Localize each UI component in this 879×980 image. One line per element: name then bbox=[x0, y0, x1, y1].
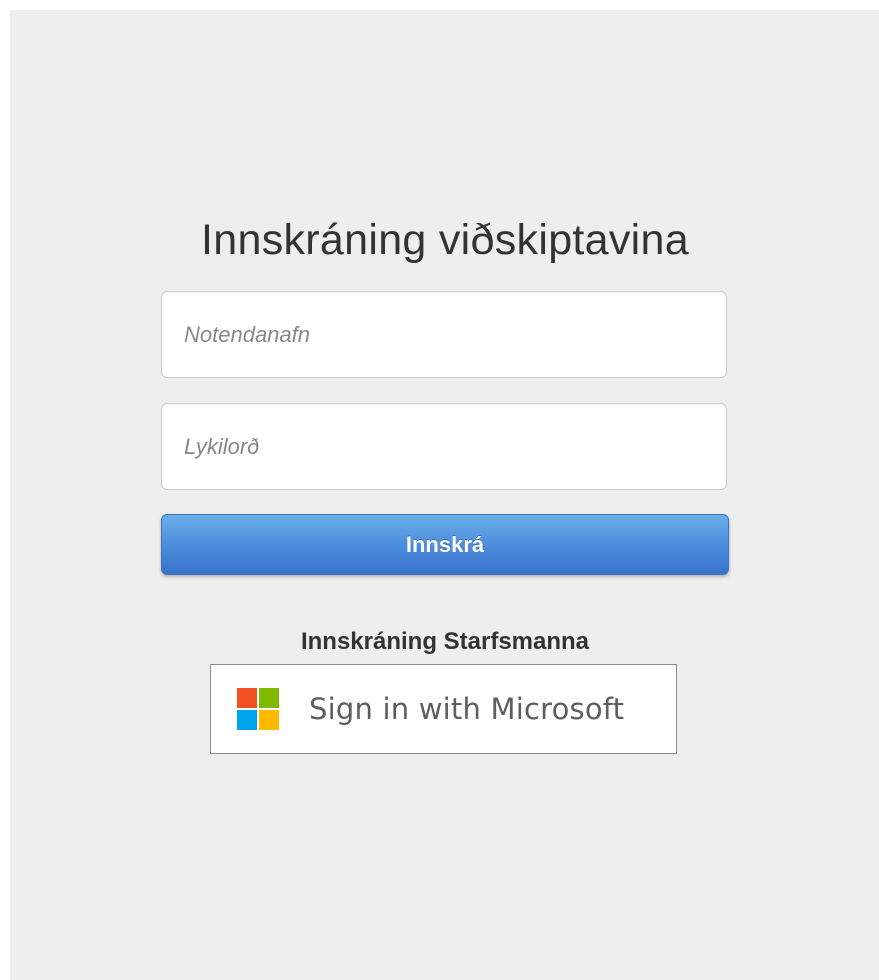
username-field-wrapper bbox=[161, 291, 727, 378]
staff-login-heading: Innskráning Starfsmanna bbox=[300, 628, 590, 655]
microsoft-button-label: Sign in with Microsoft bbox=[309, 692, 625, 726]
logo-square-red bbox=[237, 688, 257, 708]
sign-in-with-microsoft-button[interactable]: Sign in with Microsoft bbox=[210, 664, 677, 754]
logo-square-blue bbox=[237, 710, 257, 730]
customer-login-form: Innskráning viðskiptavina Innskrá Innskr… bbox=[161, 210, 729, 754]
password-field-wrapper bbox=[161, 403, 727, 490]
password-input[interactable] bbox=[162, 404, 726, 489]
logo-square-green bbox=[259, 688, 279, 708]
logo-square-yellow bbox=[259, 710, 279, 730]
login-button[interactable]: Innskrá bbox=[161, 514, 729, 575]
username-input[interactable] bbox=[162, 292, 726, 377]
page-title: Innskráning viðskiptavina bbox=[201, 216, 689, 264]
microsoft-logo-icon bbox=[237, 688, 279, 730]
login-page: Innskráning viðskiptavina Innskrá Innskr… bbox=[10, 10, 879, 980]
